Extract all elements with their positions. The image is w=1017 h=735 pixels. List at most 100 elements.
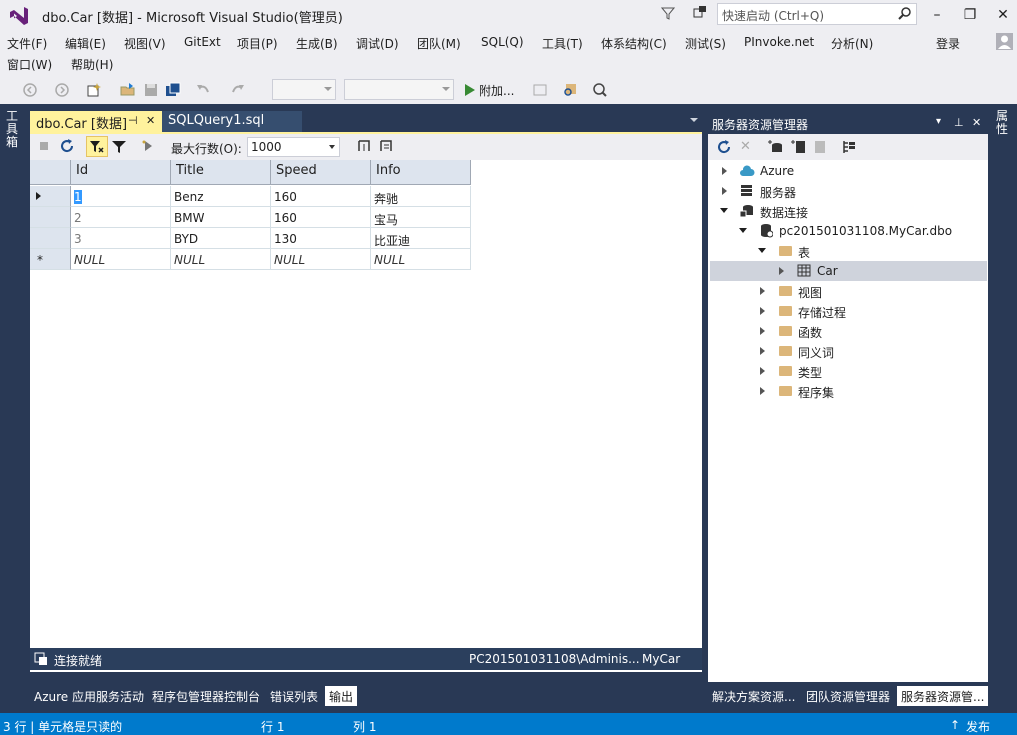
menu-build[interactable]: 生成(B)	[296, 35, 338, 52]
panel-pin-icon[interactable]: ⊥	[954, 116, 964, 129]
tab-dbo-car[interactable]: dbo.Car [数据] ⊣ ✕	[30, 111, 162, 132]
forward-icon[interactable]	[54, 82, 70, 98]
bottom-tab-package-manager[interactable]: 程序包管理器控制台	[148, 686, 264, 706]
show-sql-icon[interactable]	[378, 138, 394, 154]
expand-arrow-icon[interactable]	[779, 267, 784, 275]
menu-architecture[interactable]: 体系结构(C)	[601, 35, 667, 52]
column-header-info[interactable]: Info	[371, 160, 471, 185]
new-project-icon[interactable]	[86, 82, 102, 98]
column-header-title[interactable]: Title	[171, 160, 271, 185]
bottom-tab-azure-activity[interactable]: Azure 应用服务活动	[30, 686, 148, 706]
platform-combo[interactable]	[344, 79, 454, 100]
grid-cell[interactable]: 3	[71, 228, 171, 249]
menu-gitext[interactable]: GitExt	[184, 35, 221, 49]
stop-icon[interactable]	[38, 140, 50, 152]
tree-item-types[interactable]: 类型	[798, 364, 822, 384]
tree-item-functions[interactable]: 函数	[798, 324, 822, 344]
tab-list-chevron-icon[interactable]	[690, 118, 698, 122]
row-header[interactable]	[30, 186, 71, 207]
menu-analyze[interactable]: 分析(N)	[831, 35, 873, 52]
grid-cell[interactable]: 宝马	[371, 207, 471, 228]
publish-button[interactable]: 发布	[966, 718, 990, 735]
grid-cell-null[interactable]: NULL	[371, 249, 471, 270]
menu-project[interactable]: 项目(P)	[237, 35, 278, 52]
menu-team[interactable]: 团队(M)	[417, 35, 461, 52]
panel-close-icon[interactable]: ✕	[972, 116, 981, 129]
minimize-button[interactable]: –	[924, 4, 950, 26]
execute-icon[interactable]	[141, 139, 155, 153]
toolbox-side-tab[interactable]: 工具箱	[6, 110, 22, 149]
find-in-files-icon[interactable]	[562, 82, 578, 98]
collapse-arrow-icon[interactable]	[739, 228, 747, 233]
grid-cell[interactable]: 130	[271, 228, 371, 249]
tree-item-assemblies[interactable]: 程序集	[798, 384, 834, 404]
grid-cell[interactable]: BMW	[171, 207, 271, 228]
menu-tools[interactable]: 工具(T)	[542, 35, 583, 52]
properties-side-tab[interactable]: 属性	[996, 110, 1012, 136]
expand-arrow-icon[interactable]	[760, 347, 765, 355]
properties-icon[interactable]	[842, 139, 858, 155]
restore-button[interactable]: ❐	[957, 4, 983, 26]
collapse-arrow-icon[interactable]	[720, 208, 728, 213]
login-link[interactable]: 登录	[936, 35, 960, 52]
feedback-icon[interactable]	[692, 5, 708, 21]
tab-sqlquery1[interactable]: SQLQuery1.sql	[162, 111, 302, 132]
grid-cell-null[interactable]: NULL	[171, 249, 271, 270]
start-debug-icon[interactable]	[462, 82, 478, 98]
bottom-tab-error-list[interactable]: 错误列表	[266, 686, 322, 706]
grid-cell[interactable]: Benz	[171, 186, 271, 207]
pin-icon[interactable]: ⊣	[128, 114, 138, 127]
config-combo[interactable]	[272, 79, 336, 100]
quick-launch-input[interactable]: 快速启动 (Ctrl+Q)	[717, 3, 917, 25]
grid-cell[interactable]: BYD	[171, 228, 271, 249]
save-icon[interactable]	[143, 82, 159, 98]
grid-cell[interactable]: 160	[271, 207, 371, 228]
close-icon[interactable]: ✕	[146, 114, 155, 127]
sharepoint-icon[interactable]	[812, 139, 828, 155]
panel-tab-team-explorer[interactable]: 团队资源管理器	[802, 686, 894, 706]
back-icon[interactable]	[22, 82, 38, 98]
tree-item-connection[interactable]: pc201501031108.MyCar.dbo	[779, 224, 952, 244]
refresh-icon[interactable]	[716, 139, 732, 155]
refresh-icon[interactable]	[59, 138, 75, 154]
grid-cell[interactable]: 2	[71, 207, 171, 228]
tree-item-servers[interactable]: 服务器	[760, 184, 796, 204]
grid-cell-null[interactable]: NULL	[271, 249, 371, 270]
undo-icon[interactable]	[195, 82, 211, 98]
expand-arrow-icon[interactable]	[722, 167, 727, 175]
grid-cell[interactable]: 1	[71, 186, 171, 207]
row-header[interactable]	[30, 228, 71, 249]
tree-item-stored-procedures[interactable]: 存储过程	[798, 304, 846, 324]
collapse-arrow-icon[interactable]	[758, 248, 766, 253]
panel-tab-solution-explorer[interactable]: 解决方案资源...	[708, 686, 799, 706]
show-diagram-icon[interactable]	[356, 138, 372, 154]
expand-arrow-icon[interactable]	[760, 307, 765, 315]
search-toolbar-icon[interactable]	[592, 82, 608, 98]
stop-icon[interactable]: ✕	[740, 139, 751, 154]
expand-arrow-icon[interactable]	[760, 327, 765, 335]
tree-item-synonyms[interactable]: 同义词	[798, 344, 834, 364]
menu-help[interactable]: 帮助(H)	[71, 56, 113, 73]
save-all-icon[interactable]	[165, 82, 181, 98]
close-window-button[interactable]: ✕	[990, 4, 1016, 26]
redo-icon[interactable]	[230, 82, 246, 98]
bottom-tab-output[interactable]: 输出	[325, 686, 358, 706]
tree-item-tables[interactable]: 表	[798, 244, 810, 264]
connect-database-icon[interactable]	[767, 139, 783, 155]
connect-server-icon[interactable]	[790, 139, 806, 155]
tree-item-car[interactable]: Car	[817, 264, 838, 284]
menu-pinvoke[interactable]: PInvoke.net	[744, 35, 814, 49]
grid-cell[interactable]: 160	[271, 186, 371, 207]
attach-button[interactable]: 附加...	[479, 82, 514, 99]
grid-corner[interactable]	[30, 160, 71, 185]
toolbar-icon-a[interactable]	[532, 82, 548, 98]
menu-window[interactable]: 窗口(W)	[7, 56, 52, 73]
user-avatar-icon[interactable]	[996, 33, 1013, 50]
search-icon[interactable]	[898, 6, 912, 20]
tree-item-views[interactable]: 视图	[798, 284, 822, 304]
open-file-icon[interactable]	[120, 82, 136, 98]
menu-test[interactable]: 测试(S)	[685, 35, 726, 52]
menu-edit[interactable]: 编辑(E)	[65, 35, 106, 52]
menu-file[interactable]: 文件(F)	[7, 35, 47, 52]
panel-tab-server-explorer[interactable]: 服务器资源管...	[897, 686, 989, 706]
